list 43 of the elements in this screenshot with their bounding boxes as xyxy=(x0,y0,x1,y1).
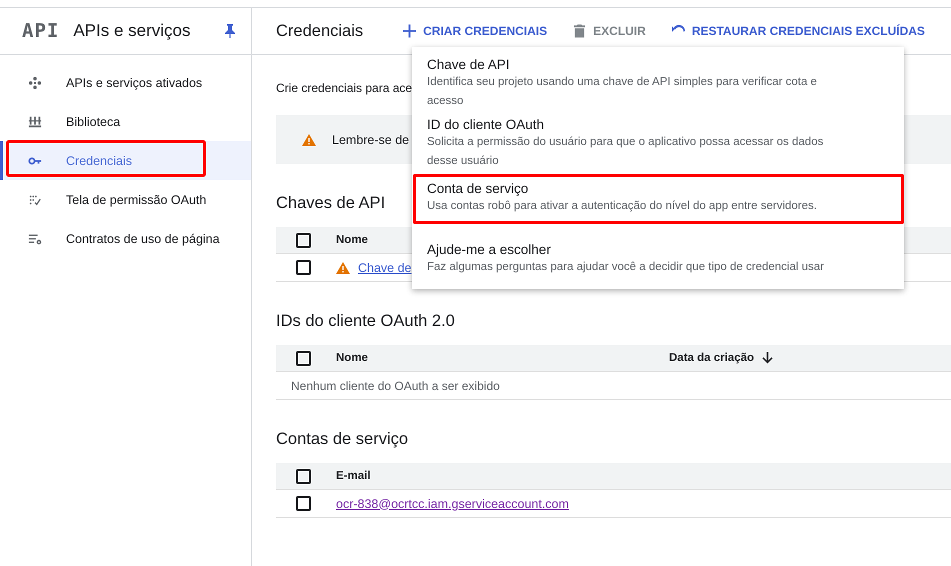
menu-item[interactable]: ID do cliente OAuth xyxy=(427,117,890,132)
checkbox[interactable] xyxy=(296,260,311,275)
section-heading: Contas de serviço xyxy=(276,430,408,449)
section-heading: IDs do cliente OAuth 2.0 xyxy=(276,312,455,331)
checkbox[interactable] xyxy=(296,468,311,484)
page-title: Credenciais xyxy=(276,22,364,40)
empty-message: Nenhum cliente do OAuth a ser exibido xyxy=(290,378,501,392)
menu-item-description: Faz algumas perguntas para ajudar você a decidir que tipo de credencial usar xyxy=(427,260,825,275)
checkbox[interactable] xyxy=(296,496,311,511)
sidebar-item[interactable]: Credenciais xyxy=(0,141,251,180)
column-header[interactable]: Data da criação xyxy=(669,352,754,364)
link[interactable]: ocr-838@ocrtcc.iam.gserviceaccount.com xyxy=(336,496,569,510)
sidebar-item[interactable]: Tela de permissão OAuth xyxy=(0,180,251,219)
sidebar-item[interactable]: APIs e serviços ativados xyxy=(0,63,251,102)
menu-item-description: Usa contas robô para ativar a autenticação do nível do app entre servidores. xyxy=(427,199,818,214)
menu-item[interactable]: Chave de API xyxy=(427,57,890,72)
plus-icon xyxy=(403,24,416,38)
nodes-icon xyxy=(28,76,42,90)
sidebar-item[interactable]: Contratos de uso de página xyxy=(0,219,251,258)
section-heading: Chaves de API xyxy=(276,194,386,213)
menu-item[interactable]: Ajude-me a escolher xyxy=(427,242,890,257)
checkbox[interactable] xyxy=(296,232,311,248)
notice-text: Lembre-se de xyxy=(332,132,410,146)
product-title: APIs e serviços xyxy=(73,21,192,41)
menu-item[interactable]: Conta de serviço xyxy=(427,181,890,196)
api-logo: API xyxy=(22,20,60,42)
library-icon xyxy=(28,114,42,128)
trash-icon xyxy=(573,24,586,38)
dotted-check-icon xyxy=(28,192,42,206)
list-settings-icon xyxy=(28,232,42,246)
column-header[interactable]: E-mail xyxy=(336,470,371,482)
menu-item-description: Identifica seu projeto usando uma chave de API simples para verificar cota e acesso xyxy=(427,75,818,109)
menu-item-description: Solicita a permissão do usuário para que o aplicativo possa acessar os dados desse usuário xyxy=(427,135,824,169)
column-header[interactable]: Nome xyxy=(336,352,368,364)
sidebar-item[interactable]: Biblioteca xyxy=(0,102,251,141)
column-header[interactable]: Nome xyxy=(336,234,368,246)
checkbox[interactable] xyxy=(296,350,311,366)
pin-icon xyxy=(225,24,235,38)
link[interactable]: Chave de xyxy=(358,260,412,274)
toolbar-button[interactable]: RESTAURAR CREDENCIAIS EXCLUÍDAS xyxy=(666,20,931,42)
warning-icon xyxy=(302,134,316,146)
intro-text: Crie credenciais para ace xyxy=(276,81,412,95)
toolbar-button[interactable]: CRIAR CREDENCIAIS xyxy=(397,20,554,42)
